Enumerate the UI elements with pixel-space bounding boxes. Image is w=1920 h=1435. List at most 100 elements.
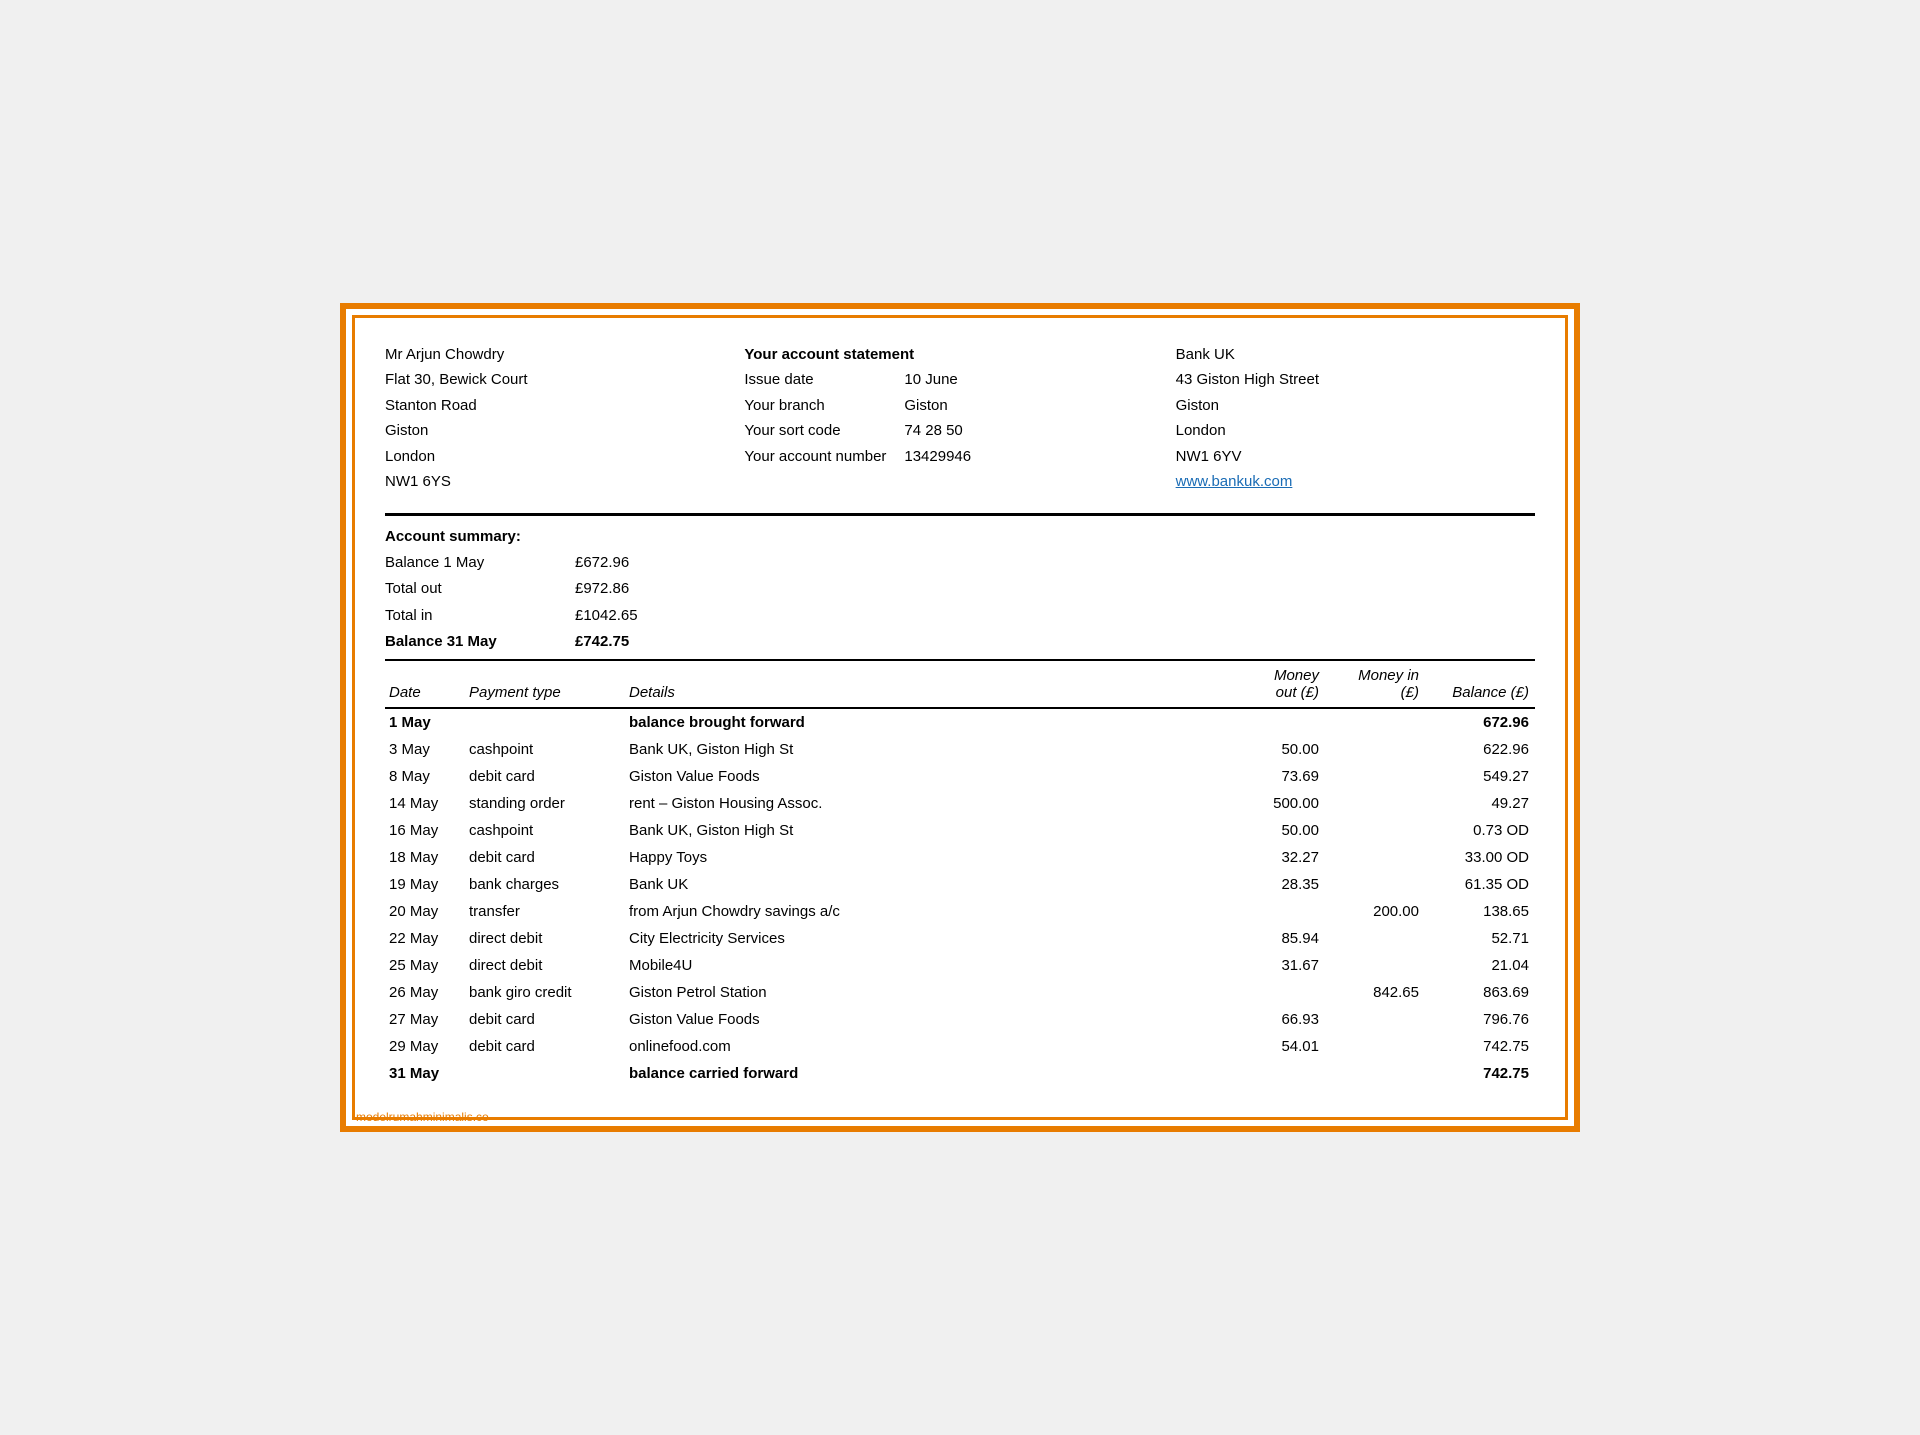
table-row: 3 MaycashpointBank UK, Giston High St50.…	[385, 736, 1535, 763]
cell-date: 19 May	[385, 871, 465, 898]
table-row: 22 Maydirect debitCity Electricity Servi…	[385, 925, 1535, 952]
balance-1may-value: £672.96	[575, 550, 629, 576]
cell-balance: 0.73 OD	[1425, 817, 1535, 844]
cell-money-out	[1225, 898, 1325, 925]
cell-money-out	[1225, 708, 1325, 736]
cell-date: 1 May	[385, 708, 465, 736]
header-right: Bank UK 43 Giston High Street Giston Lon…	[1176, 342, 1535, 495]
branch-label: Your branch	[744, 393, 904, 419]
cell-balance: 742.75	[1425, 1033, 1535, 1060]
account-number-row: Your account number 13429946	[744, 444, 1175, 470]
cell-payment-type: direct debit	[465, 952, 625, 979]
cell-details: onlinefood.com	[625, 1033, 1225, 1060]
cell-money-out: 50.00	[1225, 736, 1325, 763]
customer-name: Mr Arjun Chowdry	[385, 342, 744, 368]
header-section: Mr Arjun Chowdry Flat 30, Bewick Court S…	[385, 342, 1535, 495]
cell-date: 29 May	[385, 1033, 465, 1060]
cell-details: City Electricity Services	[625, 925, 1225, 952]
summary-total-in: Total in £1042.65	[385, 603, 1535, 629]
table-row: 16 MaycashpointBank UK, Giston High St50…	[385, 817, 1535, 844]
sort-code-row: Your sort code 74 28 50	[744, 418, 1175, 444]
issue-date-value: 10 June	[904, 367, 957, 393]
transactions-table: Date Payment type Details Moneyout (£) M…	[385, 659, 1535, 1087]
balance-1may-label: Balance 1 May	[385, 550, 575, 576]
table-row: 8 Maydebit cardGiston Value Foods73.6954…	[385, 763, 1535, 790]
cell-payment-type	[465, 1060, 625, 1087]
cell-money-in: 200.00	[1325, 898, 1425, 925]
cell-balance: 138.65	[1425, 898, 1535, 925]
balance-31may-value: £742.75	[575, 629, 629, 655]
total-in-value: £1042.65	[575, 603, 638, 629]
header-middle: Your account statement Issue date 10 Jun…	[744, 342, 1175, 495]
cell-money-in	[1325, 1060, 1425, 1087]
total-out-value: £972.86	[575, 576, 629, 602]
cell-details: Mobile4U	[625, 952, 1225, 979]
cell-balance: 33.00 OD	[1425, 844, 1535, 871]
cell-payment-type: standing order	[465, 790, 625, 817]
header-divider	[385, 513, 1535, 516]
address-line5: NW1 6YS	[385, 469, 744, 495]
cell-balance: 52.71	[1425, 925, 1535, 952]
cell-money-in	[1325, 952, 1425, 979]
branch-value: Giston	[904, 393, 947, 419]
col-header-moneyout: Moneyout (£)	[1225, 660, 1325, 708]
cell-payment-type: debit card	[465, 844, 625, 871]
cell-payment-type: cashpoint	[465, 736, 625, 763]
sort-code-value: 74 28 50	[904, 418, 962, 444]
bank-name: Bank UK	[1176, 342, 1535, 368]
cell-balance: 742.75	[1425, 1060, 1535, 1087]
col-header-details: Details	[625, 660, 1225, 708]
cell-payment-type: debit card	[465, 1006, 625, 1033]
cell-payment-type: bank charges	[465, 871, 625, 898]
cell-payment-type	[465, 708, 625, 736]
cell-money-in	[1325, 817, 1425, 844]
summary-title: Account summary:	[385, 524, 1535, 550]
branch-row: Your branch Giston	[744, 393, 1175, 419]
document-outer-border: Mr Arjun Chowdry Flat 30, Bewick Court S…	[340, 303, 1580, 1132]
cell-balance: 863.69	[1425, 979, 1535, 1006]
total-out-label: Total out	[385, 576, 575, 602]
table-row: 14 Maystanding orderrent – Giston Housin…	[385, 790, 1535, 817]
col-header-date: Date	[385, 660, 465, 708]
cell-balance: 49.27	[1425, 790, 1535, 817]
cell-payment-type: bank giro credit	[465, 979, 625, 1006]
cell-balance: 549.27	[1425, 763, 1535, 790]
cell-payment-type: cashpoint	[465, 817, 625, 844]
table-row: 27 Maydebit cardGiston Value Foods66.937…	[385, 1006, 1535, 1033]
cell-details: Giston Petrol Station	[625, 979, 1225, 1006]
table-header-row: Date Payment type Details Moneyout (£) M…	[385, 660, 1535, 708]
table-row: 31 Maybalance carried forward742.75	[385, 1060, 1535, 1087]
bank-address3: London	[1176, 418, 1535, 444]
summary-total-out: Total out £972.86	[385, 576, 1535, 602]
cell-money-out: 32.27	[1225, 844, 1325, 871]
cell-money-out: 28.35	[1225, 871, 1325, 898]
account-number-value: 13429946	[904, 444, 971, 470]
sort-code-label: Your sort code	[744, 418, 904, 444]
cell-date: 27 May	[385, 1006, 465, 1033]
header-left: Mr Arjun Chowdry Flat 30, Bewick Court S…	[385, 342, 744, 495]
cell-details: balance brought forward	[625, 708, 1225, 736]
cell-details: from Arjun Chowdry savings a/c	[625, 898, 1225, 925]
cell-date: 8 May	[385, 763, 465, 790]
address-line1: Flat 30, Bewick Court	[385, 367, 744, 393]
cell-payment-type: transfer	[465, 898, 625, 925]
cell-money-in	[1325, 1033, 1425, 1060]
table-row: 19 Maybank chargesBank UK28.3561.35 OD	[385, 871, 1535, 898]
cell-details: Bank UK	[625, 871, 1225, 898]
cell-money-out: 66.93	[1225, 1006, 1325, 1033]
cell-money-out	[1225, 1060, 1325, 1087]
document-inner-border: Mr Arjun Chowdry Flat 30, Bewick Court S…	[352, 315, 1568, 1120]
cell-money-in	[1325, 736, 1425, 763]
bank-website[interactable]: www.bankuk.com	[1176, 469, 1535, 495]
cell-money-out: 54.01	[1225, 1033, 1325, 1060]
cell-date: 31 May	[385, 1060, 465, 1087]
col-header-balance: Balance (£)	[1425, 660, 1535, 708]
summary-section: Account summary: Balance 1 May £672.96 T…	[385, 524, 1535, 655]
cell-money-in	[1325, 763, 1425, 790]
cell-details: Bank UK, Giston High St	[625, 817, 1225, 844]
cell-balance: 796.76	[1425, 1006, 1535, 1033]
cell-money-in	[1325, 790, 1425, 817]
watermark: modelrumahminimalis.co	[356, 1110, 489, 1124]
statement-title: Your account statement	[744, 342, 1175, 368]
cell-details: Bank UK, Giston High St	[625, 736, 1225, 763]
